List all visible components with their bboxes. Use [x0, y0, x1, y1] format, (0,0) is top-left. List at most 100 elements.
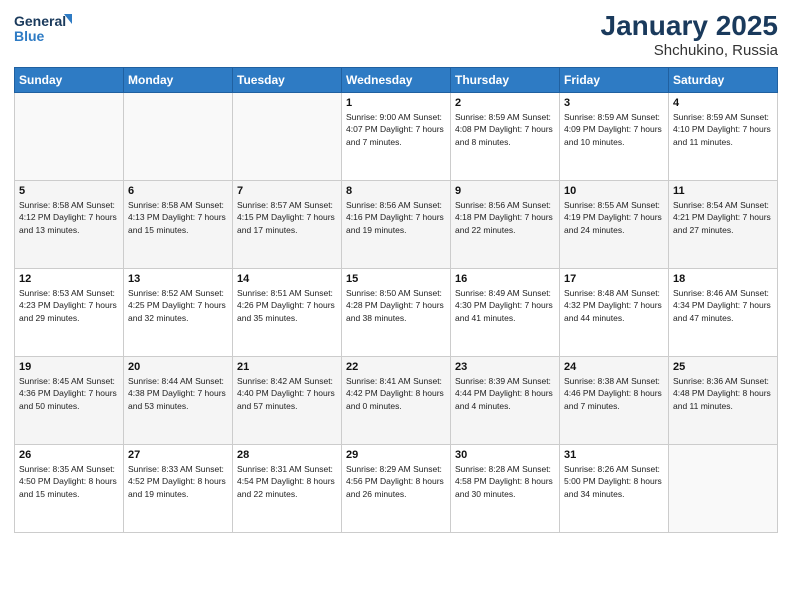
table-row: 27Sunrise: 8:33 AM Sunset: 4:52 PM Dayli… [124, 445, 233, 533]
table-row: 3 Sunrise: 8:59 AM Sunset: 4:09 PM Daylig… [560, 93, 669, 181]
col-saturday: Saturday [669, 68, 778, 93]
day-number: 5 [19, 185, 119, 197]
calendar-week-2: 5Sunrise: 8:58 AM Sunset: 4:12 PM Daylig… [15, 181, 778, 269]
table-row [124, 93, 233, 181]
calendar-header-row: Sunday Monday Tuesday Wednesday Thursday… [15, 68, 778, 93]
col-monday: Monday [124, 68, 233, 93]
day-content: Sunrise: 8:28 AM Sunset: 4:58 PM Dayligh… [455, 463, 555, 500]
table-row: 24 Sunrise: 8:38 AM Sunset: 4:46 PM Dayli… [560, 357, 669, 445]
day-content: Sunrise: 8:48 AM Sunset: 4:32 PM Dayligh… [564, 287, 664, 324]
day-content: Sunrise: 8:29 AM Sunset: 4:56 PM Dayligh… [346, 463, 446, 500]
day-content: Sunrise: 8:46 AM Sunset: 4:34 PM Dayligh… [673, 287, 773, 324]
calendar-week-3: 12 Sunrise: 8:53 AM Sunset: 4:23 PM Dayli… [15, 269, 778, 357]
day-number: 15 [346, 273, 446, 285]
day-content: Sunrise: 9:00 AM Sunset: 4:07 PM Dayligh… [346, 111, 446, 148]
calendar-week-1: 1 Sunrise: 9:00 AM Sunset: 4:07 PM Daylig… [15, 93, 778, 181]
day-number: 13 [128, 273, 228, 285]
title-block: January 2025 Shchukino, Russia [601, 10, 778, 59]
day-content: Sunrise: 8:52 AM Sunset: 4:25 PM Dayligh… [128, 287, 228, 324]
day-content: Sunrise: 8:58 AM Sunset: 4:13 PM Dayligh… [128, 199, 228, 236]
calendar-table: Sunday Monday Tuesday Wednesday Thursday… [14, 67, 778, 533]
table-row: 22Sunrise: 8:41 AM Sunset: 4:42 PM Dayli… [342, 357, 451, 445]
day-content: Sunrise: 8:35 AM Sunset: 4:50 PM Dayligh… [19, 463, 119, 500]
header: General Blue January 2025 Shchukino, Rus… [14, 10, 778, 59]
calendar-body: 1 Sunrise: 9:00 AM Sunset: 4:07 PM Daylig… [15, 93, 778, 533]
calendar-week-5: 26 Sunrise: 8:35 AM Sunset: 4:50 PM Dayli… [15, 445, 778, 533]
table-row: 31 Sunrise: 8:26 AM Sunset: 5:00 PM Dayli… [560, 445, 669, 533]
table-row: 7 Sunrise: 8:57 AM Sunset: 4:15 PM Daylig… [233, 181, 342, 269]
day-number: 31 [564, 449, 664, 461]
day-number: 26 [19, 449, 119, 461]
table-row: 15 Sunrise: 8:50 AM Sunset: 4:28 PM Dayli… [342, 269, 451, 357]
table-row: 18 Sunrise: 8:46 AM Sunset: 4:34 PM Dayli… [669, 269, 778, 357]
table-row: 26 Sunrise: 8:35 AM Sunset: 4:50 PM Dayli… [15, 445, 124, 533]
table-row: 9Sunrise: 8:56 AM Sunset: 4:18 PM Daylig… [451, 181, 560, 269]
day-content: Sunrise: 8:51 AM Sunset: 4:26 PM Dayligh… [237, 287, 337, 324]
day-number: 14 [237, 273, 337, 285]
day-number: 18 [673, 273, 773, 285]
col-sunday: Sunday [15, 68, 124, 93]
page: General Blue January 2025 Shchukino, Rus… [0, 0, 792, 612]
day-content: Sunrise: 8:45 AM Sunset: 4:36 PM Dayligh… [19, 375, 119, 412]
month-title: January 2025 [601, 10, 778, 42]
day-number: 11 [673, 185, 773, 197]
day-number: 24 [564, 361, 664, 373]
day-content: Sunrise: 8:39 AM Sunset: 4:44 PM Dayligh… [455, 375, 555, 412]
day-content: Sunrise: 8:36 AM Sunset: 4:48 PM Dayligh… [673, 375, 773, 412]
table-row [669, 445, 778, 533]
table-row: 1 Sunrise: 9:00 AM Sunset: 4:07 PM Daylig… [342, 93, 451, 181]
day-number: 20 [128, 361, 228, 373]
day-number: 30 [455, 449, 555, 461]
table-row: 17 Sunrise: 8:48 AM Sunset: 4:32 PM Dayli… [560, 269, 669, 357]
table-row: 10Sunrise: 8:55 AM Sunset: 4:19 PM Dayli… [560, 181, 669, 269]
day-number: 2 [455, 97, 555, 109]
day-number: 6 [128, 185, 228, 197]
table-row: 29 Sunrise: 8:29 AM Sunset: 4:56 PM Dayli… [342, 445, 451, 533]
table-row: 19 Sunrise: 8:45 AM Sunset: 4:36 PM Dayli… [15, 357, 124, 445]
day-number: 25 [673, 361, 773, 373]
table-row: 28 Sunrise: 8:31 AM Sunset: 4:54 PM Dayli… [233, 445, 342, 533]
calendar-week-4: 19 Sunrise: 8:45 AM Sunset: 4:36 PM Dayli… [15, 357, 778, 445]
table-row: 14 Sunrise: 8:51 AM Sunset: 4:26 PM Dayli… [233, 269, 342, 357]
day-content: Sunrise: 8:56 AM Sunset: 4:18 PM Dayligh… [455, 199, 555, 236]
table-row: 11 Sunrise: 8:54 AM Sunset: 4:21 PM Dayli… [669, 181, 778, 269]
table-row [233, 93, 342, 181]
day-content: Sunrise: 8:55 AM Sunset: 4:19 PM Dayligh… [564, 199, 664, 236]
col-friday: Friday [560, 68, 669, 93]
day-content: Sunrise: 8:31 AM Sunset: 4:54 PM Dayligh… [237, 463, 337, 500]
table-row: 4Sunrise: 8:59 AM Sunset: 4:10 PM Daylig… [669, 93, 778, 181]
table-row: 12 Sunrise: 8:53 AM Sunset: 4:23 PM Dayli… [15, 269, 124, 357]
logo-svg: General Blue [14, 10, 72, 48]
svg-text:Blue: Blue [14, 28, 45, 44]
day-number: 21 [237, 361, 337, 373]
day-number: 17 [564, 273, 664, 285]
svg-text:General: General [14, 13, 66, 29]
table-row: 2Sunrise: 8:59 AM Sunset: 4:08 PM Daylig… [451, 93, 560, 181]
day-content: Sunrise: 8:59 AM Sunset: 4:09 PM Dayligh… [564, 111, 664, 148]
day-number: 28 [237, 449, 337, 461]
day-number: 3 [564, 97, 664, 109]
day-number: 19 [19, 361, 119, 373]
day-number: 12 [19, 273, 119, 285]
day-content: Sunrise: 8:54 AM Sunset: 4:21 PM Dayligh… [673, 199, 773, 236]
day-content: Sunrise: 8:26 AM Sunset: 5:00 PM Dayligh… [564, 463, 664, 500]
day-content: Sunrise: 8:50 AM Sunset: 4:28 PM Dayligh… [346, 287, 446, 324]
day-number: 1 [346, 97, 446, 109]
day-number: 7 [237, 185, 337, 197]
day-number: 4 [673, 97, 773, 109]
day-number: 8 [346, 185, 446, 197]
location: Shchukino, Russia [601, 42, 778, 59]
table-row: 23 Sunrise: 8:39 AM Sunset: 4:44 PM Dayli… [451, 357, 560, 445]
table-row: 13 Sunrise: 8:52 AM Sunset: 4:25 PM Dayli… [124, 269, 233, 357]
day-number: 29 [346, 449, 446, 461]
day-content: Sunrise: 8:56 AM Sunset: 4:16 PM Dayligh… [346, 199, 446, 236]
day-content: Sunrise: 8:38 AM Sunset: 4:46 PM Dayligh… [564, 375, 664, 412]
day-number: 16 [455, 273, 555, 285]
day-content: Sunrise: 8:53 AM Sunset: 4:23 PM Dayligh… [19, 287, 119, 324]
col-wednesday: Wednesday [342, 68, 451, 93]
day-number: 23 [455, 361, 555, 373]
col-tuesday: Tuesday [233, 68, 342, 93]
table-row: 25 Sunrise: 8:36 AM Sunset: 4:48 PM Dayli… [669, 357, 778, 445]
day-content: Sunrise: 8:42 AM Sunset: 4:40 PM Dayligh… [237, 375, 337, 412]
day-content: Sunrise: 8:57 AM Sunset: 4:15 PM Dayligh… [237, 199, 337, 236]
